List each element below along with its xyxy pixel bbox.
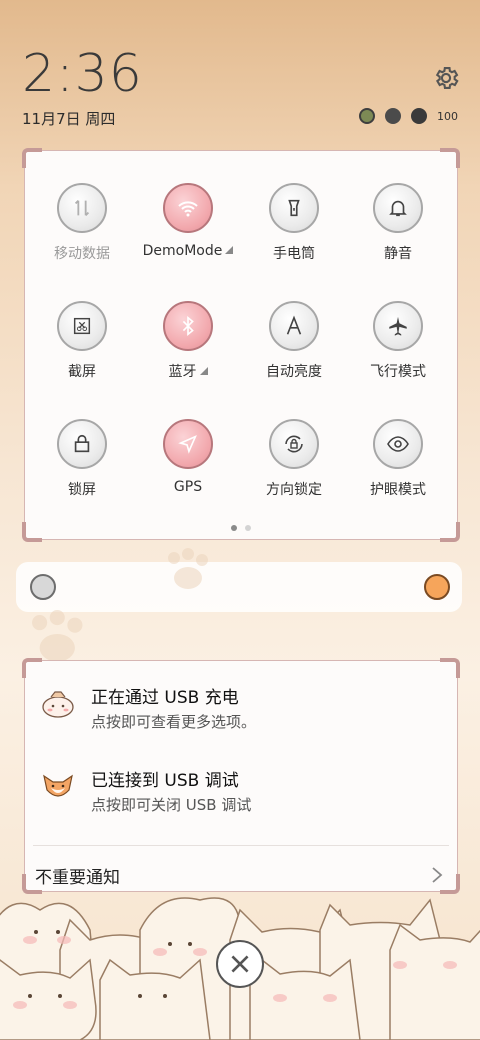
tile-auto-brightness[interactable]: 自动亮度 <box>239 301 349 381</box>
page-dot[interactable] <box>231 525 237 531</box>
tile-eye-care[interactable]: 护眼模式 <box>343 419 453 499</box>
dnd-icon <box>385 108 401 124</box>
battery-icon <box>411 108 427 124</box>
tile-bluetooth[interactable]: 蓝牙 <box>133 301 243 381</box>
eye-icon <box>373 419 423 469</box>
tile-silent[interactable]: 静音 <box>343 183 453 263</box>
fox-avatar-icon <box>43 774 73 797</box>
tile-lock-screen[interactable]: 锁屏 <box>27 419 137 499</box>
notification-title: 正在通过 USB 充电 <box>91 688 239 708</box>
wifi-icon <box>163 183 213 233</box>
tile-label: 自动亮度 <box>266 364 322 380</box>
cat-avatar-icon <box>42 691 74 718</box>
tile-rotation-lock[interactable]: 方向锁定 <box>239 419 349 499</box>
expand-triangle-icon[interactable] <box>199 367 208 375</box>
close-icon <box>231 955 249 973</box>
tile-label: 方向锁定 <box>266 482 322 498</box>
tile-label: 截屏 <box>68 364 96 380</box>
rotation-lock-icon <box>269 419 319 469</box>
chevron-right-icon[interactable] <box>429 865 445 885</box>
brightness-slider[interactable] <box>16 562 462 612</box>
notification-panel: 正在通过 USB 充电 点按即可查看更多选项。 已连接到 USB 调试 点按即可… <box>22 658 460 894</box>
notification-usb-charging[interactable]: 正在通过 USB 充电 点按即可查看更多选项。 <box>39 681 443 745</box>
location-icon <box>163 419 213 469</box>
tile-wifi[interactable]: DemoMode <box>133 183 243 259</box>
tile-flashlight[interactable]: 手电筒 <box>239 183 349 263</box>
notification-subtitle: 点按即可查看更多选项。 <box>91 713 257 731</box>
tile-label: GPS <box>173 479 203 495</box>
divider <box>33 845 449 846</box>
tile-label: 移动数据 <box>54 246 110 262</box>
quick-settings-panel: 移动数据 DemoMode 手电筒 静音 截屏 蓝牙 自动亮度 飞行模式 锁屏 … <box>22 148 460 542</box>
tile-airplane[interactable]: 飞行模式 <box>343 301 453 381</box>
airplane-icon <box>373 301 423 351</box>
tile-label: 护眼模式 <box>370 482 426 498</box>
bluetooth-icon <box>163 301 213 351</box>
battery-level: 100 <box>437 109 458 123</box>
page-dot[interactable] <box>245 525 251 531</box>
tile-label: 飞行模式 <box>370 364 426 380</box>
tile-label: 蓝牙 <box>168 364 197 380</box>
page-indicator <box>25 516 457 535</box>
less-important-notifications[interactable]: 不重要通知 <box>35 863 120 888</box>
notification-usb-debugging[interactable]: 已连接到 USB 调试 点按即可关闭 USB 调试 <box>39 764 443 828</box>
screenshot-icon <box>57 301 107 351</box>
brightness-low-icon <box>30 574 56 600</box>
status-icons: 100 <box>359 108 458 124</box>
tile-label: 锁屏 <box>68 482 96 498</box>
tile-label: DemoMode <box>142 243 223 259</box>
tile-label: 手电筒 <box>273 246 315 262</box>
tile-label: 静音 <box>384 246 412 262</box>
lock-icon <box>57 419 107 469</box>
avocado-icon <box>359 108 375 124</box>
expand-triangle-icon[interactable] <box>225 246 234 254</box>
tile-screenshot[interactable]: 截屏 <box>27 301 137 381</box>
flashlight-icon <box>269 183 319 233</box>
notification-title: 已连接到 USB 调试 <box>91 771 239 791</box>
clock-time: 2:36 <box>22 44 143 104</box>
mobile-data-icon <box>57 183 107 233</box>
brightness-high-icon <box>424 574 450 600</box>
auto-brightness-icon <box>269 301 319 351</box>
tile-gps[interactable]: GPS <box>133 419 243 495</box>
tile-mobile-data[interactable]: 移动数据 <box>27 183 137 263</box>
clear-all-button[interactable] <box>216 940 264 988</box>
paw-decoration-icon <box>168 548 208 589</box>
notification-subtitle: 点按即可关闭 USB 调试 <box>91 796 252 814</box>
bell-icon <box>373 183 423 233</box>
date-text: 11月7日 周四 <box>22 110 116 128</box>
settings-gear-icon[interactable] <box>432 64 460 92</box>
